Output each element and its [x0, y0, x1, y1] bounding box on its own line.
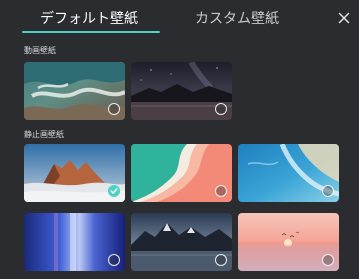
wallpaper-panel: デフォルト壁紙 カスタム壁紙 動画壁紙 静止画壁紙 — [0, 0, 359, 279]
tab-bar: デフォルト壁紙 カスタム壁紙 — [0, 0, 359, 38]
static-wallpaper-mountain-lake[interactable] — [131, 213, 232, 271]
static-wallpaper-blue-shore[interactable] — [238, 144, 339, 202]
active-tab-indicator — [22, 31, 160, 33]
close-button[interactable] — [333, 7, 355, 29]
select-radio[interactable] — [215, 103, 227, 115]
select-radio[interactable] — [215, 254, 227, 266]
select-radio[interactable] — [215, 185, 227, 197]
video-wallpaper-heading: 動画壁紙 — [24, 46, 56, 55]
close-icon — [338, 12, 350, 24]
static-wallpaper-heading: 静止画壁紙 — [24, 130, 64, 139]
selected-checkmark[interactable] — [108, 185, 120, 197]
video-wallpaper-aerial-coast[interactable] — [24, 62, 125, 120]
tab-custom-wallpaper[interactable]: カスタム壁紙 — [168, 8, 306, 32]
check-icon — [110, 188, 118, 194]
static-wallpaper-pink-sunset[interactable] — [238, 213, 339, 271]
video-wallpaper-night-lake[interactable] — [131, 62, 232, 120]
static-wallpaper-teal-pink-waves[interactable] — [131, 144, 232, 202]
tab-default-wallpaper[interactable]: デフォルト壁紙 — [20, 8, 158, 32]
static-wallpaper-blue-light[interactable] — [24, 213, 125, 271]
select-radio[interactable] — [322, 185, 334, 197]
select-radio[interactable] — [108, 254, 120, 266]
static-wallpaper-mountain-peaks[interactable] — [24, 144, 125, 202]
select-radio[interactable] — [108, 103, 120, 115]
select-radio[interactable] — [322, 254, 334, 266]
